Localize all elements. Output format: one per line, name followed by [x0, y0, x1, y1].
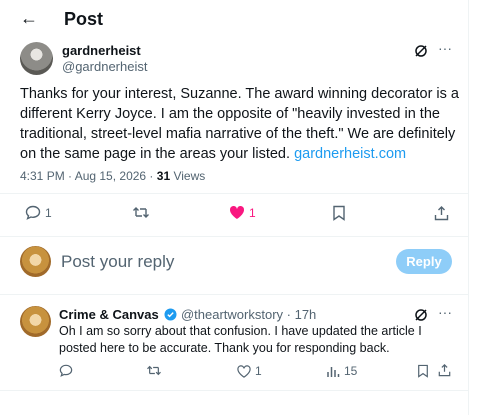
analytics-icon: [326, 365, 340, 378]
reply-action[interactable]: 1: [25, 205, 52, 220]
share-icon: [434, 205, 449, 221]
author-handle[interactable]: @gardnerheist: [62, 59, 147, 74]
bookmark-icon: [332, 205, 346, 221]
share-action[interactable]: [434, 205, 449, 221]
repost-action[interactable]: [132, 205, 150, 220]
divider: [0, 236, 468, 237]
reply-bookmark-action[interactable]: [417, 364, 429, 378]
reply-body: Oh I am so sorry about that confusion. I…: [59, 324, 422, 355]
repost-icon: [132, 205, 150, 220]
reply-count: 1: [45, 205, 52, 220]
author-avatar[interactable]: [20, 42, 53, 75]
reply-input[interactable]: Post your reply: [61, 252, 174, 272]
post-meta: 4:31 PM · Aug 15, 2026 · 31 Views: [20, 169, 205, 183]
page-title: Post: [64, 9, 104, 29]
reply-button[interactable]: Reply: [396, 249, 452, 274]
heart-icon: [229, 205, 245, 220]
post-header: ← Post: [0, 0, 468, 40]
reply-author-handle[interactable]: @theartworkstory: [181, 307, 283, 322]
right-column-edge: [468, 0, 480, 415]
share-icon: [438, 363, 451, 377]
heart-outline-icon: [237, 364, 251, 378]
reply-icon: [59, 364, 73, 377]
back-arrow-icon[interactable]: ←: [20, 9, 38, 27]
views-label: Views: [170, 169, 206, 183]
verified-icon: [164, 308, 177, 324]
reply-icon: [25, 205, 41, 220]
divider: [0, 390, 468, 391]
views-count: 31: [156, 169, 171, 183]
post-timestamp[interactable]: 4:31 PM · Aug 15, 2026 ·: [20, 169, 157, 183]
post-link[interactable]: gardnerheist.com: [294, 146, 406, 162]
divider: [0, 193, 468, 194]
reply-like-action[interactable]: 1: [237, 364, 262, 378]
author-name[interactable]: gardnerheist: [62, 43, 141, 58]
reply-share-action[interactable]: [438, 363, 451, 377]
like-action[interactable]: 1: [229, 205, 256, 220]
more-options-icon[interactable]: ···: [438, 40, 452, 56]
reply-repost-action[interactable]: [146, 364, 162, 377]
bookmark-icon: [417, 364, 429, 378]
reply-author-avatar[interactable]: [20, 306, 51, 337]
reply-like-count: 1: [255, 364, 262, 378]
reply-author-name[interactable]: Crime & Canvas: [59, 307, 159, 322]
repost-icon: [146, 364, 162, 377]
more-options-icon[interactable]: ···: [438, 304, 452, 320]
divider: [0, 294, 468, 295]
reply-header: Crime & Canvas @theartworkstory · 17h: [59, 307, 316, 324]
bookmark-action[interactable]: [332, 205, 346, 221]
reply-reply-action[interactable]: [59, 364, 73, 377]
reply-views-count: 15: [344, 364, 358, 378]
like-count: 1: [249, 205, 256, 220]
reply-timestamp[interactable]: · 17h: [287, 307, 317, 322]
current-user-avatar[interactable]: [20, 246, 51, 277]
post-body: Thanks for your interest, Suzanne. The a…: [20, 84, 460, 164]
grok-icon[interactable]: [414, 44, 428, 63]
reply-views-action[interactable]: 15: [326, 364, 357, 378]
